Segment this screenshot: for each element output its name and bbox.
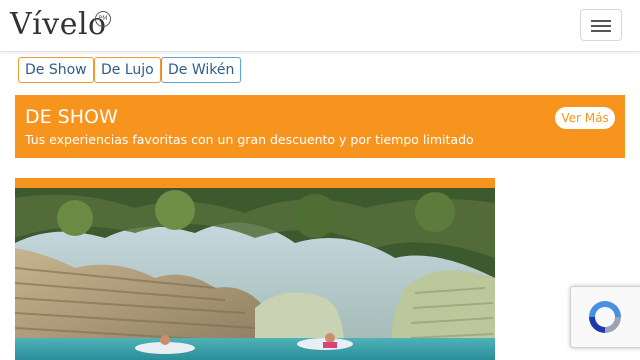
top-navbar: Vívelo PM <box>0 0 640 52</box>
recaptcha-icon <box>589 301 621 333</box>
filter-chip-de-wiken[interactable]: De Wikén <box>161 57 242 83</box>
river-canyon-photo <box>15 188 495 360</box>
brand-mark: PM <box>95 11 111 27</box>
hamburger-icon-bar <box>591 30 611 32</box>
brand-name: Vívelo <box>10 7 107 42</box>
section-subtitle: Tus experiencias favoritas con un gran d… <box>25 132 474 147</box>
hamburger-icon-bar <box>591 25 611 27</box>
experience-card[interactable] <box>15 178 495 360</box>
brand-logo[interactable]: Vívelo <box>10 6 107 44</box>
menu-toggle-button[interactable] <box>580 9 622 41</box>
hamburger-icon <box>591 20 611 22</box>
filter-chip-de-show[interactable]: De Show <box>18 57 94 83</box>
section-banner: DE SHOW Tus experiencias favoritas con u… <box>15 95 625 158</box>
see-more-button[interactable]: Ver Más <box>555 107 615 129</box>
filter-chip-de-lujo[interactable]: De Lujo <box>94 57 161 83</box>
recaptcha-badge[interactable] <box>570 286 640 348</box>
section-title: DE SHOW <box>25 106 118 128</box>
